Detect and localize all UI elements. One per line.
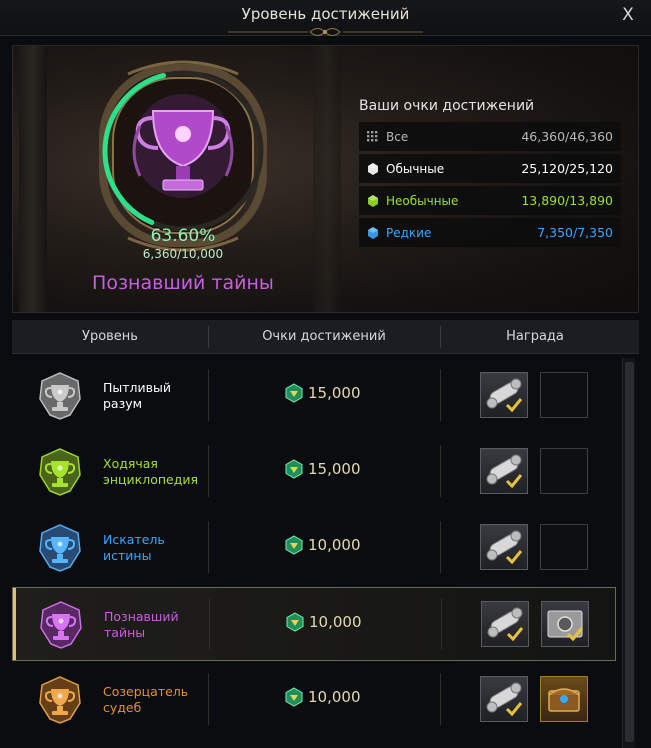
window-titlebar: Уровень достижений X (0, 0, 651, 36)
blue-trophy-emblem-icon (36, 523, 84, 573)
points-value: 10,000 (308, 688, 361, 706)
required-points: 10,000 (284, 535, 361, 555)
stat-value: 25,120/25,120 (521, 161, 613, 176)
column-divider (208, 673, 209, 725)
decor-pillar-left (19, 46, 47, 312)
table-row-current[interactable]: Познавший тайны 10,000 (12, 587, 616, 661)
column-divider (208, 445, 209, 497)
reward-slot[interactable] (541, 601, 589, 647)
column-header-points: Очки достижений (262, 329, 386, 344)
stat-label: Необычные (386, 193, 459, 208)
stat-row: Все 46,360/46,360 (359, 122, 621, 151)
points-value: 10,000 (308, 536, 361, 554)
required-points: 10,000 (285, 612, 362, 632)
reward-slot[interactable] (480, 676, 528, 722)
current-rank-name: Познавший тайны (92, 272, 274, 294)
achievement-coin-icon (284, 687, 304, 707)
column-divider (441, 598, 442, 650)
scrollbar-thumb[interactable] (625, 362, 634, 742)
achievement-coin-icon (285, 612, 305, 632)
title-ornament-icon (228, 28, 423, 36)
scroll-reward-icon (481, 449, 527, 497)
rank-name: Пытливый разум (103, 380, 172, 411)
column-divider (440, 369, 441, 421)
table-row[interactable]: Искатель истины 10,000 (12, 511, 616, 585)
scroll-reward-icon (482, 602, 528, 650)
current-level-panel: 63.60% 6,360/10,000 Познавший тайны Ваши… (12, 45, 639, 313)
rank-name: Познавший тайны (104, 609, 179, 640)
green-gem-icon (367, 194, 379, 207)
stats-heading: Ваши очки достижений (359, 98, 535, 114)
close-button[interactable]: X (617, 4, 639, 26)
chest-reward-icon (541, 677, 587, 725)
scrollbar[interactable] (622, 358, 635, 748)
table-row[interactable]: Пытливый разум 15,000 (12, 359, 616, 433)
required-points: 15,000 (284, 459, 361, 479)
column-divider (440, 445, 441, 497)
reward-slot[interactable] (540, 676, 588, 722)
table-header: Уровень Очки достижений Награда (12, 320, 639, 354)
column-divider (209, 598, 210, 650)
stat-label: Обычные (386, 161, 445, 176)
required-points: 15,000 (284, 383, 361, 403)
column-divider (208, 521, 209, 573)
reward-slot-empty (540, 448, 588, 494)
reward-slot-empty (540, 372, 588, 418)
stat-value: 13,890/13,890 (521, 193, 613, 208)
column-header-level: Уровень (82, 329, 138, 344)
reward-slot-empty (540, 524, 588, 570)
current-row-marker (13, 588, 16, 660)
gold-trophy-emblem-icon (36, 675, 84, 725)
scroll-reward-icon (481, 525, 527, 573)
purple-trophy-emblem-icon (37, 600, 85, 650)
column-divider (440, 673, 441, 725)
rank-name: Искатель истины (103, 532, 165, 563)
window-title: Уровень достижений (241, 5, 410, 23)
achievement-points-summary: Ваши очки достижений Все 46,360/46,360 Обы… (359, 98, 621, 250)
table-row[interactable]: Созерцатель судеб 10,000 (12, 663, 616, 737)
required-points: 10,000 (284, 687, 361, 707)
reward-slot[interactable] (480, 448, 528, 494)
points-value: 10,000 (309, 613, 362, 631)
stat-label: Все (386, 129, 409, 144)
safe-reward-icon (542, 602, 588, 650)
reward-slot[interactable] (480, 372, 528, 418)
achievement-coin-icon (284, 383, 304, 403)
stat-label: Редкие (386, 225, 432, 240)
silver-trophy-emblem-icon (36, 371, 84, 421)
column-divider (440, 521, 441, 573)
reward-slot[interactable] (481, 601, 529, 647)
reward-slot[interactable] (480, 524, 528, 570)
green-trophy-emblem-icon (36, 447, 84, 497)
scroll-reward-icon (481, 677, 527, 725)
white-gem-icon (367, 162, 379, 175)
purple-trophy-icon (132, 94, 234, 198)
column-divider (208, 369, 209, 421)
achievement-coin-icon (284, 535, 304, 555)
table-row[interactable]: Ходячая энциклопедия 15,000 (12, 435, 616, 509)
column-header-reward: Награда (506, 329, 564, 344)
progress-percent: 63.60% (150, 226, 216, 246)
stat-row: Необычные 13,890/13,890 (359, 186, 621, 215)
rank-name: Созерцатель судеб (103, 684, 189, 715)
blue-gem-icon (367, 226, 379, 239)
points-value: 15,000 (308, 460, 361, 478)
stat-row: Редкие 7,350/7,350 (359, 218, 621, 247)
stat-row: Обычные 25,120/25,120 (359, 154, 621, 183)
achievement-coin-icon (284, 459, 304, 479)
scroll-reward-icon (481, 373, 527, 421)
grid-icon (367, 130, 379, 143)
stat-value: 46,360/46,360 (521, 129, 613, 144)
rank-name: Ходячая энциклопедия (103, 456, 199, 487)
decor-pillar-right (313, 46, 341, 312)
stat-value: 7,350/7,350 (537, 225, 613, 240)
progress-points: 6,360/10,000 (142, 247, 224, 261)
points-value: 15,000 (308, 384, 361, 402)
